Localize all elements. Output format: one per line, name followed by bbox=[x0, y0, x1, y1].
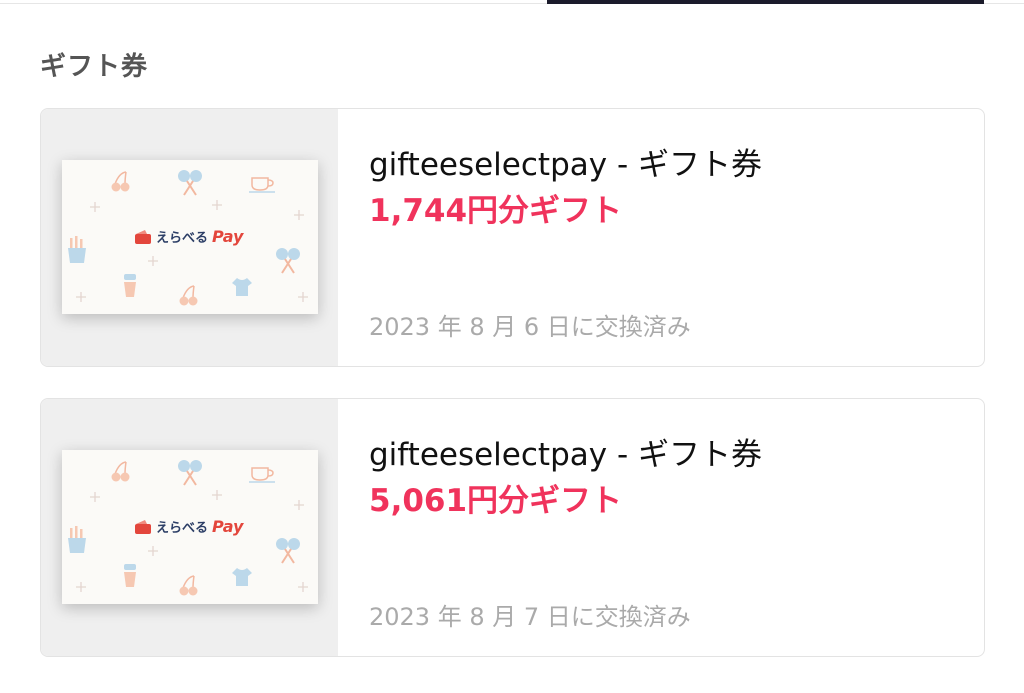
cherry-icon bbox=[111, 171, 130, 192]
cherry-icon bbox=[111, 461, 130, 482]
sparkle-icon bbox=[76, 292, 86, 302]
gift-card-image: えらべる Pay bbox=[62, 450, 318, 604]
logo-text-en: Pay bbox=[212, 227, 244, 246]
gift-card-title: gifteeselectpay - ギフト券 bbox=[369, 147, 762, 183]
sparkle-icon bbox=[212, 200, 222, 210]
sparkle-icon bbox=[212, 490, 222, 500]
sparkle-icon bbox=[298, 292, 308, 302]
section-title: ギフト券 bbox=[40, 52, 149, 82]
wallet-icon bbox=[135, 519, 151, 534]
maracas-icon bbox=[178, 460, 202, 486]
maracas-icon bbox=[276, 248, 300, 274]
tshirt-icon bbox=[232, 278, 252, 296]
sparkle-icon bbox=[294, 500, 304, 510]
coffee-cup-icon bbox=[249, 467, 275, 483]
drink-cup-icon bbox=[124, 274, 136, 297]
gift-card-info: gifteeselectpay - ギフト券 5,061円分ギフト 2023 年… bbox=[369, 399, 964, 656]
gift-card-exchange-date: 2023 年 8 月 6 日に交換済み bbox=[369, 313, 691, 341]
gift-card[interactable]: えらべる Pay gifteeselectpay - ギフト券 1,744円分ギ… bbox=[40, 108, 985, 367]
sparkle-icon bbox=[90, 492, 100, 502]
logo-text-jp: えらべる bbox=[156, 231, 209, 246]
sparkle-icon bbox=[298, 582, 308, 592]
fries-icon bbox=[68, 526, 86, 553]
gift-card-amount: 1,744円分ギフト bbox=[369, 193, 623, 229]
gift-card-thumbnail-area: えらべる Pay bbox=[41, 109, 338, 366]
gift-card-amount: 5,061円分ギフト bbox=[369, 483, 623, 519]
coffee-cup-icon bbox=[249, 177, 275, 193]
gift-card-info: gifteeselectpay - ギフト券 1,744円分ギフト 2023 年… bbox=[369, 109, 964, 366]
gift-card-thumbnail-area: えらべる Pay bbox=[41, 399, 338, 656]
wallet-icon bbox=[135, 229, 151, 244]
gift-card-title: gifteeselectpay - ギフト券 bbox=[369, 437, 762, 473]
sparkle-icon bbox=[294, 210, 304, 220]
active-tab-indicator bbox=[547, 0, 984, 4]
sparkle-icon bbox=[90, 202, 100, 212]
fries-icon bbox=[68, 236, 86, 263]
logo-text-jp: えらべる bbox=[156, 521, 209, 536]
logo-text-en: Pay bbox=[212, 517, 244, 536]
maracas-icon bbox=[178, 170, 202, 196]
cherry-icon bbox=[179, 575, 198, 596]
sparkle-icon bbox=[148, 256, 158, 266]
sparkle-icon bbox=[76, 582, 86, 592]
cherry-icon bbox=[179, 285, 198, 306]
gift-card-image: えらべる Pay bbox=[62, 160, 318, 314]
tshirt-icon bbox=[232, 568, 252, 586]
erabelu-pay-logo: えらべる Pay bbox=[134, 227, 243, 246]
sparkle-icon bbox=[148, 546, 158, 556]
drink-cup-icon bbox=[124, 564, 136, 587]
gift-card-exchange-date: 2023 年 8 月 7 日に交換済み bbox=[369, 603, 691, 631]
gift-card[interactable]: えらべる Pay gifteeselectpay - ギフト券 5,061円分ギ… bbox=[40, 398, 985, 657]
erabelu-pay-logo: えらべる Pay bbox=[134, 517, 243, 536]
maracas-icon bbox=[276, 538, 300, 564]
